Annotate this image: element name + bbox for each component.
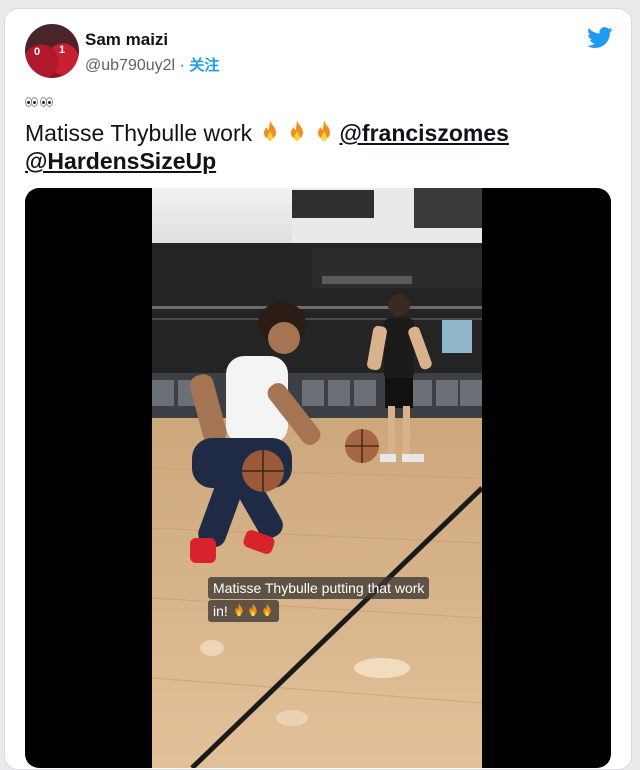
video-caption-line-2: in! 🔥🔥🔥: [208, 600, 279, 622]
handle-separator: ·: [179, 57, 185, 74]
caption-fire-emojis: 🔥🔥🔥: [232, 603, 274, 619]
follow-button[interactable]: 关注: [189, 57, 219, 74]
mention-link-1[interactable]: @franciszomes: [340, 120, 509, 146]
fire-emojis: 🔥🔥🔥: [259, 120, 340, 146]
author-avatar[interactable]: 0 1: [25, 24, 79, 78]
video-scene: [152, 188, 482, 768]
mention-link-2[interactable]: @HardensSizeUp: [25, 148, 216, 174]
fire-emoji-icon: [234, 603, 243, 617]
eyes-emoji-row: [25, 95, 53, 107]
fire-emoji-icon: [248, 603, 257, 617]
eyes-emoji-icon: [40, 95, 53, 107]
fire-emoji-icon: [317, 120, 330, 141]
tweet-body: Matisse Thybulle work 🔥🔥🔥 @franciszomes …: [25, 119, 615, 175]
eyes-emoji-icon: [25, 95, 38, 107]
video-caption-line-1: Matisse Thybulle putting that work: [208, 577, 430, 599]
tweet-card: 0 1 Sam maizi @ub790uy2l · 关注 👀👀 Matisse…: [4, 8, 632, 770]
author-name[interactable]: Sam maizi: [85, 30, 168, 50]
fire-emoji-icon: [262, 603, 271, 617]
twitter-bird-icon[interactable]: [587, 27, 613, 49]
tweet-text: Matisse Thybulle work: [25, 120, 259, 146]
fire-emoji-icon: [290, 120, 303, 141]
fire-emoji-icon: [263, 120, 276, 141]
video-frame[interactable]: Matisse Thybulle putting that work in! 🔥…: [152, 188, 482, 768]
author-handle-row: @ub790uy2l · 关注: [85, 54, 219, 75]
author-handle[interactable]: @ub790uy2l: [85, 57, 175, 74]
tweet-video[interactable]: Matisse Thybulle putting that work in! 🔥…: [25, 188, 611, 768]
